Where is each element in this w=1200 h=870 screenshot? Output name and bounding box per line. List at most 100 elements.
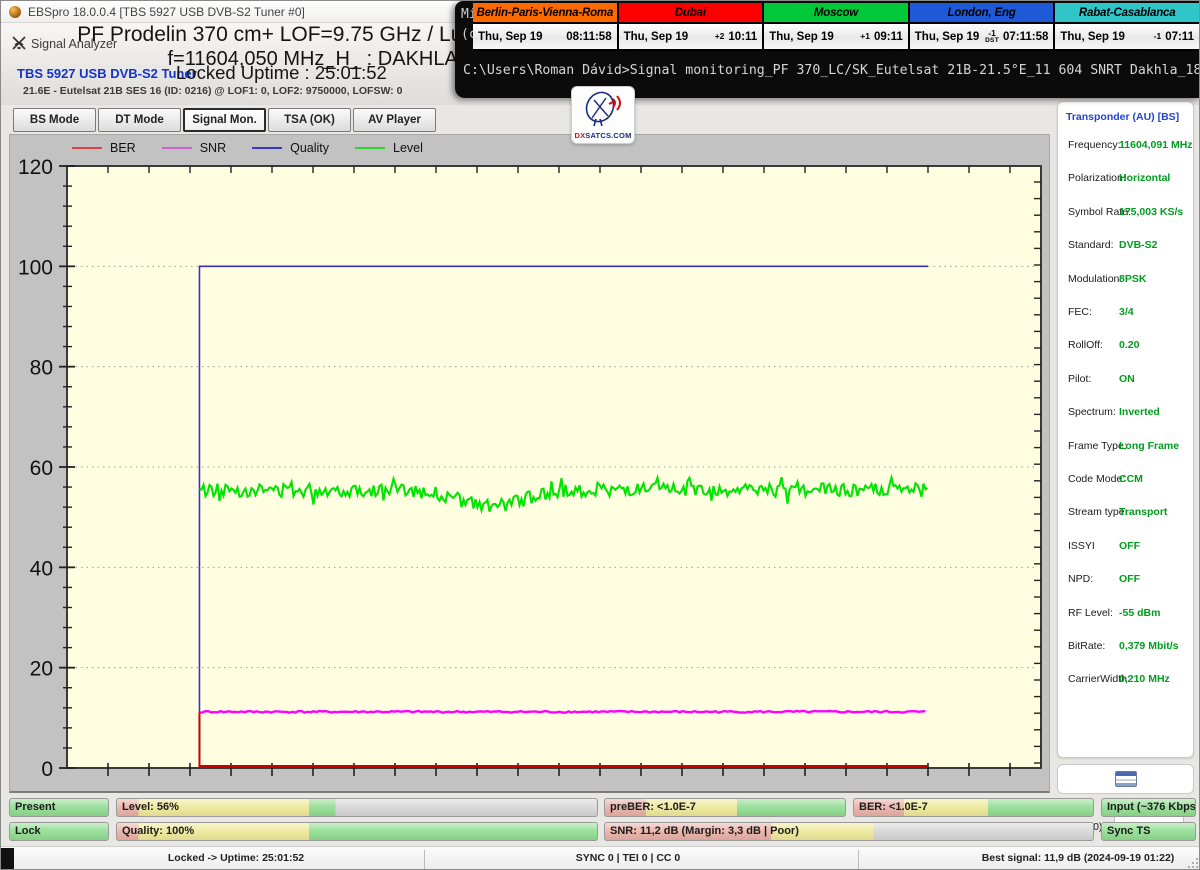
indicator-label: preBER: <1.0E-7 [610, 801, 696, 813]
legend-dash [252, 147, 283, 149]
indicator-ber: BER: <1.0E-7 [853, 798, 1094, 817]
clock-time-value: 07:11 [1165, 30, 1194, 43]
indicator-preber: preBER: <1.0E-7 [604, 798, 846, 817]
transponder-row-value: Inverted [1119, 406, 1160, 419]
transponder-row-label: Standard: [1068, 239, 1114, 252]
transponder-row-label: ISSYI [1068, 539, 1095, 552]
transponder-panel: Transponder (AU) [BS] Frequency: 11604,09… [1057, 101, 1194, 839]
legend-dash [355, 147, 386, 149]
clock-date: Thu, Sep 19 [769, 30, 834, 43]
status-locked-uptime: Locked -> Uptime: 25:01:52 [167, 852, 305, 864]
clock-date: Thu, Sep 19 [478, 30, 543, 43]
tab-signal-mon-[interactable]: Signal Mon. [183, 108, 266, 132]
transponder-row-value: DVB-S2 [1119, 239, 1158, 252]
clock-time-row: Thu, Sep 19 +1 09:11 [764, 24, 908, 49]
indicator-snr: SNR: 11,2 dB (Margin: 3,3 dB | Poor) [604, 822, 1094, 841]
clock-time-row: Thu, Sep 19 -1 DST 07:11:58 [909, 24, 1054, 49]
clock-utc-offset: +1 [860, 32, 870, 41]
tab-bs-mode[interactable]: BS Mode [13, 108, 96, 132]
tab-tsa-ok-[interactable]: TSA (OK) [268, 108, 351, 132]
offset-value: -1 [1153, 31, 1162, 42]
legend-label: BER [110, 141, 136, 155]
indicator-present: Present [9, 798, 109, 817]
clock-time-value: 09:11 [874, 30, 903, 43]
transponder-row-value: ON [1119, 372, 1135, 385]
transponder-row-label: Frequency: [1068, 139, 1121, 151]
clock-date: Thu, Sep 19 [623, 30, 689, 43]
transponder-row-label: Pilot: [1068, 372, 1092, 385]
transponder-row-label: BitRate: [1068, 640, 1106, 652]
transponder-row-value: 0.20 [1119, 339, 1140, 352]
clock-time-value: 10:11 [728, 30, 758, 43]
transponder-row-value: 3/4 [1119, 306, 1134, 318]
legend-item-snr: SNR [161, 141, 227, 155]
indicator-label: Quality: 100% [122, 825, 195, 837]
legend-label: Quality [290, 141, 330, 155]
satellite-dish-icon [585, 91, 621, 127]
signal-plot: 0 20 40 60 80 100 120 [18, 156, 1042, 781]
indicator-label: SNR: 11,2 dB (Margin: 3,3 dB | Poor) [610, 825, 799, 837]
statusbar-black-box [1, 848, 14, 869]
clock-city-label: London, Eng [909, 3, 1054, 24]
clock-city-label: Rabat-Casablanca [1055, 3, 1199, 24]
command-prompt-window: Mi (c Berlin-Paris-Vienna-Roma Thu, Sep 1… [455, 1, 1199, 98]
transponder-row-label: RF Level: [1068, 606, 1113, 619]
tab-av-player[interactable]: AV Player [353, 108, 436, 132]
application-window: EBSpro 18.0.0.4 [TBS 5927 USB DVB-S2 Tun… [0, 0, 1200, 870]
clock-utc-offset: +2 [715, 32, 725, 41]
clock-rabat-casablanca: Rabat-Casablanca Thu, Sep 19 -1 07:11 [1055, 3, 1199, 51]
transponder-row-label: NPD: [1068, 573, 1094, 586]
transponder-row-value: OFF [1119, 573, 1140, 586]
ebspro-app-icon [9, 5, 21, 18]
clock-utc-offset: -1 [1154, 32, 1162, 41]
transponder-row-label: Polarization: [1068, 172, 1126, 185]
dxsatcs-logo: DXSATCS.COM [571, 86, 635, 144]
svg-text:40: 40 [30, 557, 53, 580]
indicator-label: Level: 56% [122, 801, 179, 813]
transponder-row-label: Modulation: [1068, 272, 1123, 285]
signal-chart-region: BER SNR Quality Level 0 20 40 60 80 100 120 [9, 134, 1050, 793]
ts-record-button[interactable] [1057, 764, 1194, 794]
legend-label: Level [393, 141, 423, 155]
transponder-row-value: -55 dBm [1119, 606, 1161, 619]
clock-moscow: Moscow Thu, Sep 19 +1 09:11 [764, 3, 910, 51]
tab-dt-mode[interactable]: DT Mode [98, 108, 181, 132]
clock-city-label: Moscow [764, 3, 908, 24]
clock-city-label: Berlin-Paris-Vienna-Roma [473, 3, 617, 24]
svg-text:80: 80 [30, 357, 53, 380]
clock-london-eng: London, Eng Thu, Sep 19 -1 DST 07:11:58 [909, 3, 1056, 51]
legend-label: SNR [199, 141, 227, 155]
tuner-name: TBS 5927 USB DVB-S2 Tuner [17, 66, 197, 81]
indicator-label: Lock [15, 825, 41, 837]
indicator-quality: Quality: 100% [116, 822, 598, 841]
transponder-row-value: 175,003 KS/s [1119, 205, 1184, 218]
clock-time-value: 07:11:58 [1002, 30, 1049, 43]
indicator-label: Input (~376 Kbps) [1107, 801, 1196, 813]
clock-berlin-paris-vienna-roma: Berlin-Paris-Vienna-Roma Thu, Sep 19 08:11… [473, 3, 619, 51]
status-best-signal: Best signal: 11,9 dB (2024-09-19 01:22) [981, 852, 1175, 864]
indicator-level: Level: 56% [116, 798, 598, 817]
locked-uptime: Locked Uptime : 25:01:52 [176, 62, 387, 83]
indicator-input: Input (~376 Kbps) [1101, 798, 1196, 817]
offset-value: +1 [860, 31, 870, 42]
svg-text:120: 120 [18, 156, 53, 179]
chart-legend: BER SNR Quality Level [72, 141, 449, 155]
transponder-row-label: Code Mode: [1068, 473, 1126, 485]
clock-time-value: 08:11:58 [566, 30, 612, 43]
indicator-label: BER: <1.0E-7 [859, 801, 928, 813]
clock-utc-offset: -1 DST [985, 29, 999, 44]
transponder-row-value: 11604,091 MHz [1119, 139, 1193, 151]
transponder-row-value: OFF [1119, 539, 1140, 552]
clock-time-row: Thu, Sep 19 +2 10:11 [618, 24, 763, 49]
clock-city-label: Dubai [618, 3, 763, 24]
svg-text:20: 20 [30, 658, 53, 681]
transponder-row-label: Spectrum: [1068, 406, 1116, 419]
offset-value: +2 [714, 31, 725, 42]
resize-grip[interactable] [1186, 856, 1198, 868]
status-bar: Locked -> Uptime: 25:01:52 SYNC 0 | TEI … [1, 846, 1199, 869]
legend-dash [161, 147, 192, 149]
statusbar-divider [424, 850, 425, 869]
clock-date: Thu, Sep 19 [914, 30, 980, 43]
indicator-syncts: Sync TS [1101, 822, 1196, 841]
world-clock-bar: Berlin-Paris-Vienna-Roma Thu, Sep 19 08:11… [473, 3, 1199, 51]
